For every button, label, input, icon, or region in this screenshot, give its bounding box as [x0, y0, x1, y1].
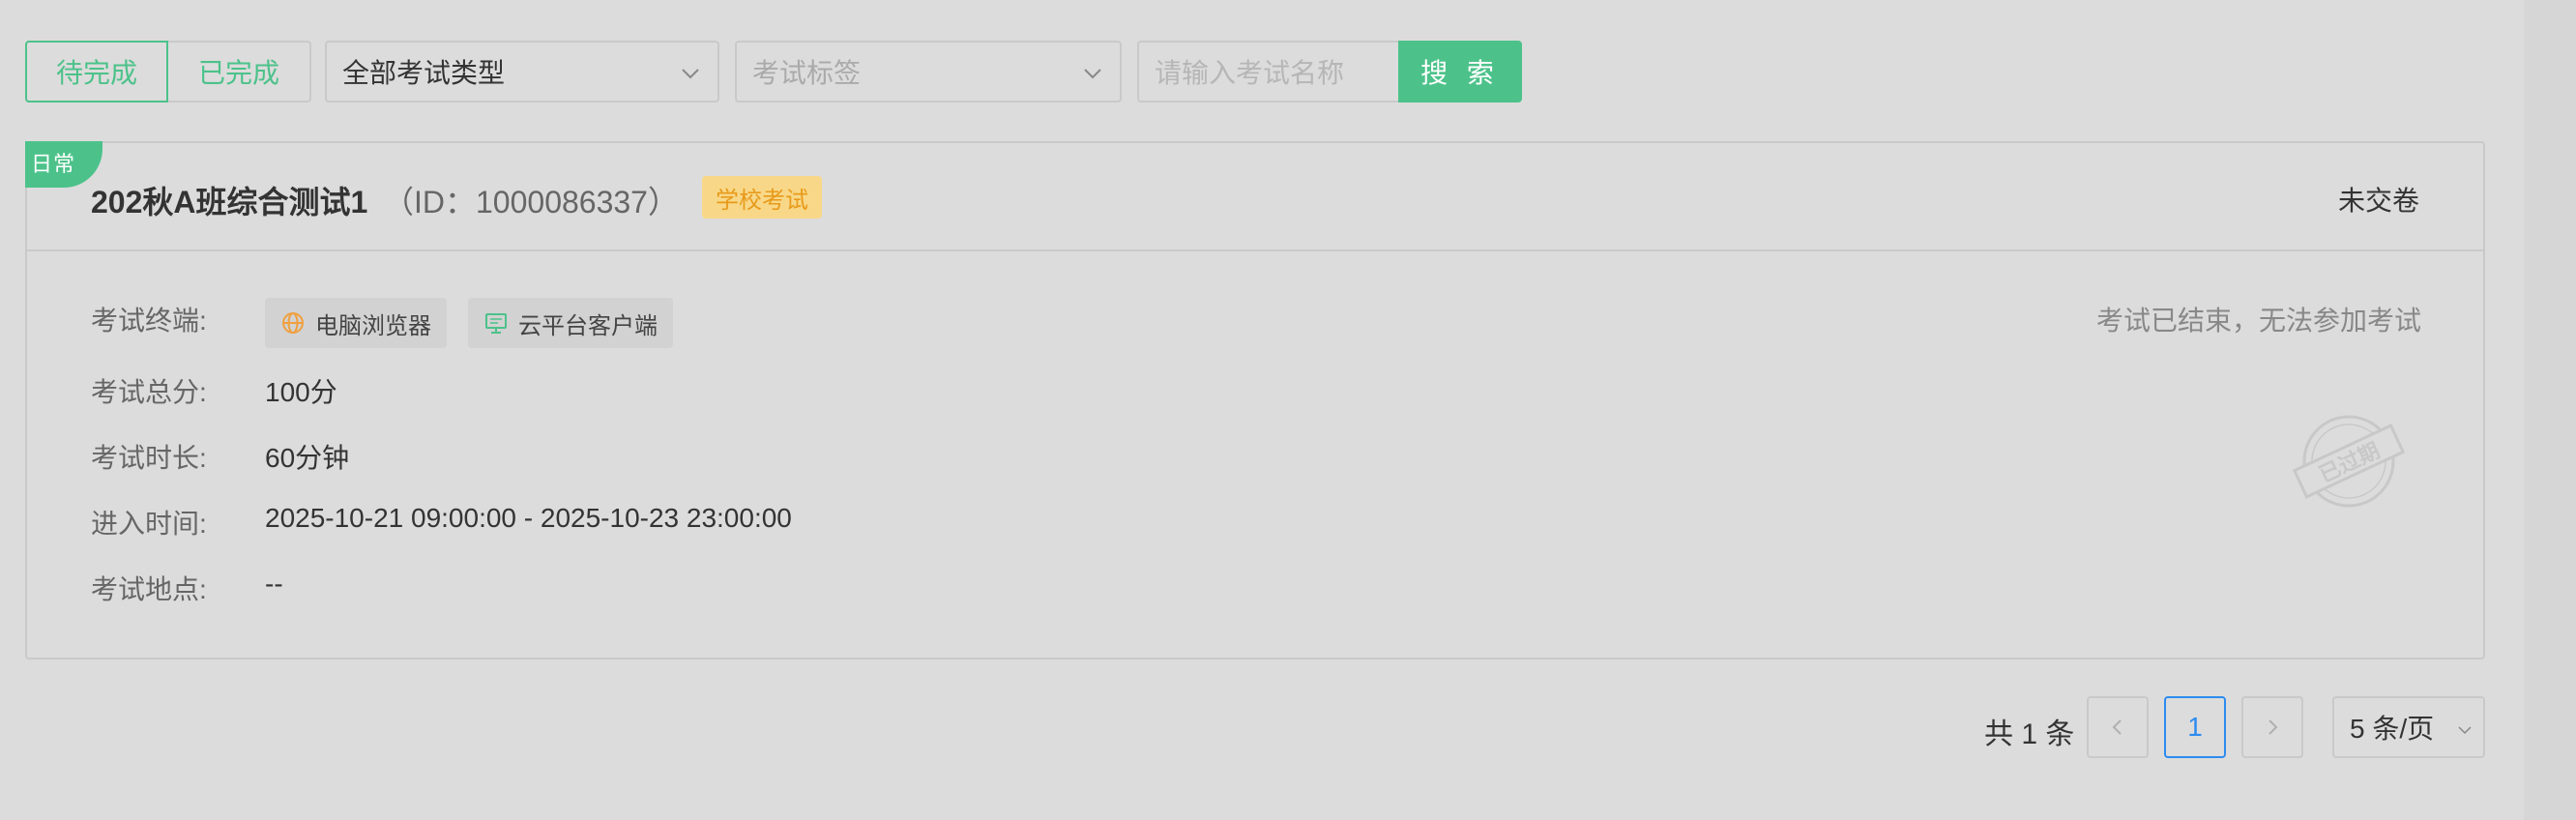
- exam-ended-message: 考试已结束，无法参加考试: [2095, 306, 2421, 336]
- duration-label: 考试时长:: [91, 443, 207, 473]
- exam-type-value: 全部考试类型: [342, 58, 506, 88]
- terminal-browser-label: 电脑浏览器: [315, 312, 431, 339]
- exam-tag-placeholder: 考试标签: [752, 58, 862, 88]
- location-label: 考试地点:: [91, 574, 207, 604]
- page-size-value: 5 条/页: [2350, 714, 2435, 744]
- page-size-select[interactable]: 5 条/页: [2332, 696, 2485, 758]
- expired-stamp-icon: 已过期: [2292, 415, 2406, 508]
- tab-pending[interactable]: 待完成: [25, 41, 168, 102]
- entry-time-label: 进入时间:: [91, 509, 207, 539]
- tab-completed[interactable]: 已完成: [168, 41, 311, 102]
- exam-list-page: 待完成 已完成 全部考试类型 考试标签 请输入考试名称 搜 索 日常 202秋A…: [0, 0, 2576, 820]
- prev-page-button[interactable]: [2087, 696, 2149, 758]
- terminal-label: 考试终端:: [91, 306, 207, 336]
- terminal-chip-browser: 电脑浏览器: [265, 298, 447, 348]
- exam-tag-badge: 学校考试: [702, 176, 822, 219]
- exam-title: 202秋A班综合测试1: [91, 185, 368, 220]
- globe-icon: [282, 312, 304, 334]
- chevron-down-icon: [2458, 726, 2472, 735]
- page-button-current[interactable]: 1: [2164, 696, 2226, 758]
- location-value: --: [265, 569, 283, 599]
- chevron-down-icon: [1084, 69, 1101, 79]
- exam-tag-select[interactable]: 考试标签: [735, 41, 1122, 102]
- duration-value: 60分钟: [265, 443, 350, 473]
- entry-time-value: 2025-10-21 09:00:00 - 2025-10-23 23:00:0…: [265, 503, 792, 533]
- status-tabs: 待完成 已完成: [25, 41, 311, 102]
- submission-status: 未交卷: [2337, 186, 2419, 216]
- search-placeholder: 请输入考试名称: [1155, 58, 1345, 88]
- monitor-icon: [485, 313, 507, 334]
- chevron-right-icon: [2269, 719, 2278, 735]
- search-button[interactable]: 搜 索: [1398, 41, 1522, 102]
- terminal-client-label: 云平台客户端: [518, 312, 658, 339]
- score-label: 考试总分:: [91, 377, 207, 407]
- exam-card: 日常 202秋A班综合测试1 （ID：1000086337） 学校考试 未交卷 …: [25, 141, 2485, 659]
- scrollbar-track[interactable]: [2524, 0, 2576, 820]
- chevron-left-icon: [2112, 719, 2122, 735]
- search-input[interactable]: 请输入考试名称: [1137, 41, 1400, 102]
- terminal-chip-client: 云平台客户端: [468, 298, 673, 348]
- total-count: 共 1 条: [1984, 718, 2075, 750]
- score-value: 100分: [265, 377, 337, 407]
- exam-id: （ID：1000086337）: [383, 185, 679, 220]
- next-page-button[interactable]: [2241, 696, 2303, 758]
- chevron-down-icon: [682, 69, 699, 79]
- exam-type-select[interactable]: 全部考试类型: [325, 41, 719, 102]
- exam-card-header: 日常 202秋A班综合测试1 （ID：1000086337） 学校考试 未交卷: [25, 141, 2483, 251]
